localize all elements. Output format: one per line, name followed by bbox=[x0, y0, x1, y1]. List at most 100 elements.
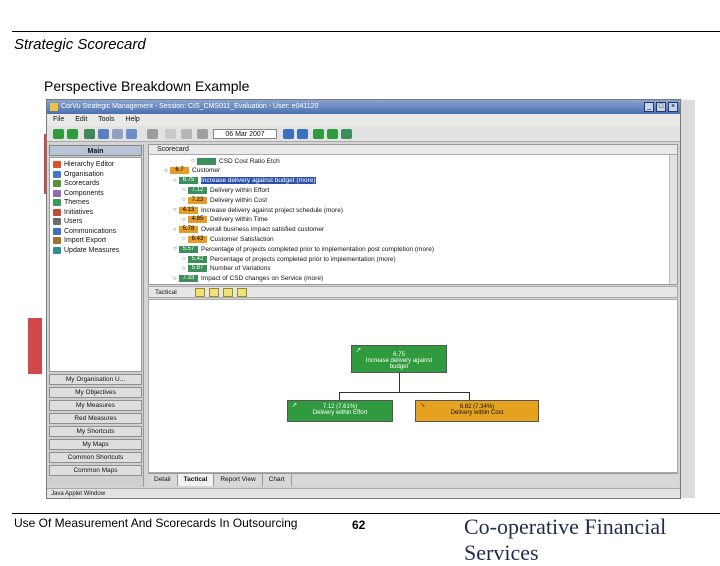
sidebar-shortcut-button[interactable]: My Shortcuts bbox=[49, 426, 142, 437]
components-icon bbox=[53, 189, 61, 197]
sidebar-item-label: Scorecards bbox=[64, 180, 100, 188]
tab-report-view[interactable]: Report View bbox=[214, 474, 263, 486]
child-objective-node[interactable]: ➚ 7.12 (7.61%) Delivery within Effort bbox=[287, 400, 393, 422]
tree-row[interactable]: ○ 7.12 Delivery within Effort bbox=[182, 186, 269, 194]
trend-up-icon: ➚ bbox=[291, 402, 298, 409]
close-button[interactable]: × bbox=[668, 102, 678, 112]
score-badge: 6.43 bbox=[188, 235, 207, 243]
window-titlebar: CorVu Strategic Management - Session: CI… bbox=[47, 100, 680, 114]
slide-subtitle: Perspective Breakdown Example bbox=[44, 78, 250, 94]
sidebar-shortcut-button[interactable]: Common Shortcuts bbox=[49, 452, 142, 463]
side-shade bbox=[681, 100, 695, 498]
sidebar-shortcut-button[interactable]: My Organisation U... bbox=[49, 374, 142, 385]
refresh-icon[interactable] bbox=[84, 129, 95, 139]
sidebar-shortcut-button[interactable]: Common Maps bbox=[49, 465, 142, 476]
score-badge bbox=[197, 157, 216, 165]
status-bar: Java Applet Window bbox=[47, 488, 680, 498]
search-icon[interactable] bbox=[112, 129, 123, 139]
tree-row-label: Increase delivery against project schedu… bbox=[201, 206, 343, 214]
communications-icon bbox=[53, 227, 61, 235]
tree-row-label: Delivery within Effort bbox=[210, 186, 270, 194]
menu-tools[interactable]: Tools bbox=[98, 116, 114, 123]
organisation-icon[interactable] bbox=[98, 129, 109, 139]
maximize-button[interactable]: □ bbox=[656, 102, 666, 112]
sidebar-list: Hierarchy Editor Organisation Scorecards Co… bbox=[49, 157, 142, 372]
brand-logo-text: Co-operative Financial Services bbox=[464, 514, 667, 565]
tab-detail[interactable]: Detail bbox=[148, 474, 178, 486]
sidebar: Main Hierarchy Editor Organisation Scoreca… bbox=[48, 144, 144, 487]
tree-row[interactable]: ○ 6.43 Customer Satisfaction bbox=[182, 235, 274, 243]
tree-row-label: Customer bbox=[192, 167, 221, 175]
tree-row[interactable]: ○ CSD Cost Ratio Etch bbox=[191, 157, 280, 165]
sidebar-item[interactable]: Update Measures bbox=[50, 246, 141, 256]
tree-row-label: Increase delivery against budget (more) bbox=[201, 177, 316, 185]
node-label: Delivery within Cost bbox=[450, 410, 504, 416]
filter-icon[interactable] bbox=[209, 288, 219, 297]
sidebar-item[interactable]: Scorecards bbox=[50, 179, 141, 189]
sidebar-item-label: Themes bbox=[64, 199, 90, 207]
sidebar-item[interactable]: Users bbox=[50, 217, 141, 227]
edit-icon[interactable] bbox=[181, 129, 192, 139]
sidebar-shortcut-button[interactable]: Red Measures bbox=[49, 413, 142, 424]
help-icon[interactable] bbox=[126, 129, 137, 139]
calendar-icon[interactable] bbox=[165, 129, 176, 139]
tree-row[interactable]: ○ 7.23 Delivery within Cost bbox=[182, 196, 267, 204]
tree-row[interactable]: ○ 4.13 Increase delivery against project s… bbox=[173, 206, 343, 214]
score-badge: 5.42 bbox=[188, 255, 207, 263]
connector-line bbox=[339, 392, 469, 393]
tree-row[interactable]: ○ 5.78 Overall business impact satisfied c… bbox=[173, 226, 324, 234]
sidebar-item[interactable]: Communications bbox=[50, 227, 141, 237]
sidebar-item[interactable]: Themes bbox=[50, 198, 141, 208]
print-icon[interactable] bbox=[147, 129, 158, 139]
sidebar-main-header[interactable]: Main bbox=[49, 145, 142, 156]
sidebar-item[interactable]: Organisation bbox=[50, 170, 141, 180]
sidebar-item[interactable]: Initiatives bbox=[50, 208, 141, 218]
sidebar-shortcut-button[interactable]: My Maps bbox=[49, 439, 142, 450]
node-label: budget bbox=[389, 364, 409, 370]
minimize-button[interactable]: _ bbox=[644, 102, 654, 112]
sidebar-item[interactable]: Components bbox=[50, 189, 141, 199]
child-objective-node[interactable]: ➘ 6.82 (7.34%) Delivery within Cost bbox=[415, 400, 539, 422]
sidebar-shortcut-button[interactable]: My Objectives bbox=[49, 387, 142, 398]
prev-period-icon[interactable] bbox=[283, 129, 294, 139]
tree-row-label: Percentage of projects completed prior t… bbox=[201, 245, 435, 253]
tree-row[interactable]: ○ 5.42 Percentage of projects completed pr… bbox=[182, 255, 396, 263]
tree-row[interactable]: ○ 5.87 Number of Variations bbox=[182, 265, 271, 273]
sidebar-shortcut-button[interactable]: My Measures bbox=[49, 400, 142, 411]
tree-row-label: Percentage of projects completed prior t… bbox=[210, 255, 396, 263]
tab-tactical[interactable]: Tactical bbox=[177, 474, 215, 486]
tree-row-label: CSD Cost Ratio Etch bbox=[219, 157, 280, 165]
trend-up-icon: ➚ bbox=[355, 347, 362, 354]
export-icon[interactable] bbox=[237, 288, 247, 297]
sidebar-item[interactable]: Import Export bbox=[50, 236, 141, 246]
layout-icon[interactable] bbox=[195, 288, 205, 297]
sidebar-item[interactable]: Hierarchy Editor bbox=[50, 160, 141, 170]
tree-row[interactable]: ○ 6.7 Customer bbox=[164, 167, 220, 175]
tree-row-label: Overall business impact satisfied custom… bbox=[201, 226, 325, 234]
back-icon[interactable] bbox=[53, 129, 64, 139]
update-icon bbox=[53, 246, 61, 254]
next-period-icon[interactable] bbox=[297, 129, 308, 139]
tree-row[interactable]: ○ 7.33 Impact of CSD changes on Service (m… bbox=[173, 275, 323, 283]
tree-row[interactable]: ○ 4.85 Delivery within Time bbox=[182, 216, 268, 224]
forward-icon[interactable] bbox=[67, 129, 78, 139]
chart-icon[interactable] bbox=[197, 129, 208, 139]
tree-row-label: Impact of CSD changes on Service (more) bbox=[201, 275, 324, 283]
menu-file[interactable]: File bbox=[53, 116, 64, 123]
score-badge: 6.75 bbox=[179, 177, 198, 185]
score-badge: 5.78 bbox=[179, 226, 198, 234]
root-objective-node[interactable]: ➚ 6.75 Increase delivery against budget bbox=[351, 345, 447, 373]
menu-help[interactable]: Help bbox=[125, 116, 139, 123]
approve-icon[interactable] bbox=[341, 129, 352, 139]
date-field[interactable]: 06 Mar 2007 bbox=[213, 129, 277, 139]
save-icon[interactable] bbox=[327, 129, 338, 139]
menu-edit[interactable]: Edit bbox=[75, 116, 87, 123]
tree-scrollbar[interactable] bbox=[669, 155, 677, 284]
zoom-icon[interactable] bbox=[223, 288, 233, 297]
tree-row[interactable]: ○ 5.57 Percentage of projects completed pr… bbox=[173, 245, 434, 253]
scorecard-tree: Scorecard ○ CSD Cost Ratio Etch ○ 6.7 Custom… bbox=[148, 144, 678, 285]
chart-type-icon[interactable] bbox=[313, 129, 324, 139]
hierarchy-icon bbox=[53, 161, 61, 169]
tab-chart[interactable]: Chart bbox=[263, 474, 292, 486]
tree-row[interactable]: ○ 6.75 Increase delivery against budget (m… bbox=[173, 177, 316, 185]
